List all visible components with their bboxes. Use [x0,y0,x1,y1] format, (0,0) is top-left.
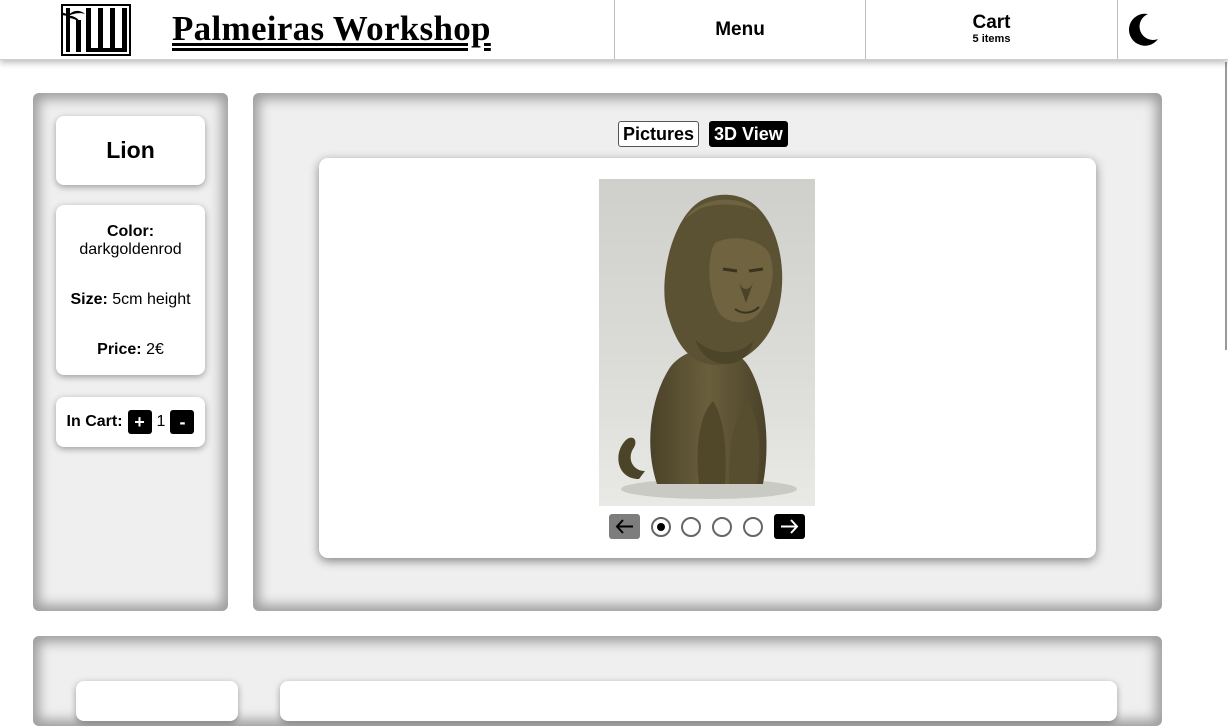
color-label: Color: [106,223,155,240]
product-name: Lion [56,116,205,185]
price-label: Price: [97,341,142,358]
site-logo[interactable] [61,4,131,56]
previous-image-button[interactable] [609,514,640,539]
lower-right-card [280,681,1117,721]
tab-pictures[interactable]: Pictures [618,121,700,147]
lion-figurine-image [599,179,815,506]
image-pager [609,514,805,540]
menu-button[interactable]: Menu [615,0,865,59]
page-scrollbar[interactable] [1225,62,1227,350]
price-value: 2€ [146,341,164,358]
logo-palm-icon [63,6,129,54]
nav-divider [1117,0,1118,59]
image-dot-3[interactable] [712,517,732,537]
dark-mode-toggle[interactable] [1126,12,1160,48]
product-photo [599,179,815,506]
in-cart-card: In Cart: + 1 - [56,397,205,447]
cart-quantity: 1 [156,413,166,430]
next-image-button[interactable] [774,514,805,539]
lower-left-card [76,681,238,721]
arrow-left-icon [615,519,633,534]
increase-quantity-button[interactable]: + [127,410,152,434]
size-row: Size: 5cm height [56,291,205,309]
color-value: darkgoldenrod [79,241,182,258]
arrow-right-icon [781,519,799,534]
top-header: Palmeiras Workshop Menu Cart 5 items [0,0,1228,60]
image-dot-1[interactable] [651,517,671,537]
image-dot-2[interactable] [681,517,701,537]
moon-icon [1128,13,1158,46]
decrease-quantity-button[interactable]: - [170,410,195,434]
price-row: Price: 2€ [56,341,205,359]
site-title[interactable]: Palmeiras Workshop [172,9,491,49]
cart-count: 5 items [972,33,1011,45]
in-cart-label: In Cart: [66,413,123,430]
view-tabs: Pictures 3D View [618,121,788,147]
color-row: Color: darkgoldenrod [56,223,205,259]
image-dot-4[interactable] [743,517,763,537]
size-value: 5cm height [112,291,191,308]
cart-label: Cart [972,12,1011,33]
product-details-card: Color: darkgoldenrod Size: 5cm height Pr… [56,205,205,375]
tab-3d-view[interactable]: 3D View [709,121,788,147]
size-label: Size: [70,291,108,308]
cart-button[interactable]: Cart 5 items [866,0,1117,59]
